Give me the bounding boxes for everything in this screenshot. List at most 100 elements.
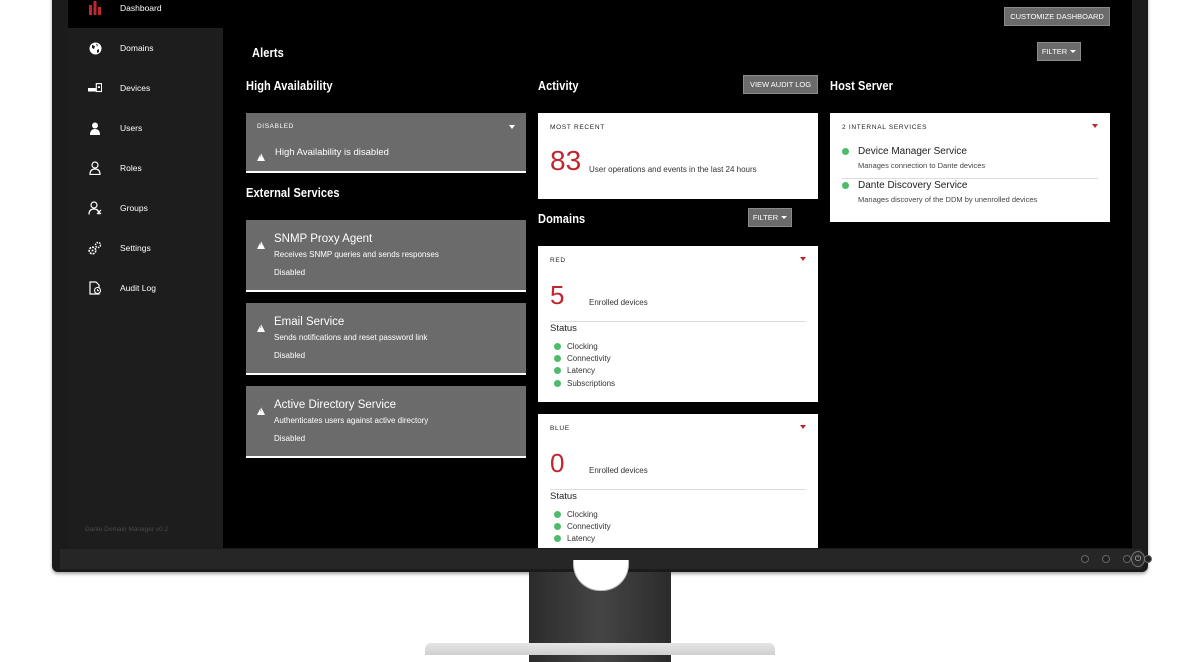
sidebar-item-audit-log[interactable]: Audit Log bbox=[68, 268, 223, 308]
devices-icon bbox=[88, 81, 102, 95]
domains-title: Domains bbox=[538, 211, 586, 226]
gears-icon bbox=[88, 241, 102, 255]
page-title: Alerts bbox=[252, 45, 284, 60]
activity-count: 83 bbox=[550, 145, 582, 176]
status-ok-icon bbox=[554, 355, 561, 362]
warning-icon bbox=[257, 402, 265, 420]
alerts-filter-button[interactable]: FILTER bbox=[1037, 42, 1081, 61]
activity-card: MOST RECENT 83 User operations and event… bbox=[538, 113, 818, 199]
monitor-button[interactable] bbox=[1144, 555, 1152, 563]
status-title: Status bbox=[550, 323, 577, 334]
status-label: Clocking bbox=[567, 510, 598, 519]
warning-icon bbox=[257, 236, 265, 254]
sidebar-item-label: Domains bbox=[120, 43, 154, 53]
high-availability-message: High Availability is disabled bbox=[275, 147, 389, 158]
activity-card-head: MOST RECENT bbox=[550, 124, 605, 131]
domain-device-count: 5 bbox=[550, 280, 565, 310]
view-audit-log-button[interactable]: VIEW AUDIT LOG bbox=[743, 75, 818, 94]
host-service-name: Device Manager Service bbox=[858, 146, 967, 157]
domain-card-blue[interactable]: BLUE 0 Enrolled devices Status Clocking … bbox=[538, 414, 818, 548]
sidebar-item-label: Roles bbox=[120, 163, 142, 173]
chevron-down-icon bbox=[1070, 50, 1077, 53]
high-availability-title: High Availability bbox=[246, 78, 333, 93]
chevron-down-icon[interactable] bbox=[1092, 124, 1098, 128]
chevron-down-icon[interactable] bbox=[509, 125, 515, 129]
sidebar-item-dashboard[interactable]: Dashboard bbox=[68, 0, 223, 28]
sidebar-item-devices[interactable]: Devices bbox=[68, 68, 223, 108]
role-icon bbox=[88, 161, 102, 175]
audit-log-icon bbox=[88, 281, 102, 295]
sidebar-item-label: Groups bbox=[120, 203, 148, 213]
sidebar-item-label: Audit Log bbox=[120, 283, 156, 293]
status-label: Clocking bbox=[567, 342, 598, 351]
monitor-button[interactable] bbox=[1102, 555, 1110, 563]
groups-icon bbox=[88, 201, 102, 215]
app-version: Dante Domain Manager v0.2 bbox=[85, 526, 169, 533]
status-ok-icon bbox=[554, 523, 561, 530]
service-status: Disabled bbox=[274, 268, 306, 277]
customize-dashboard-button[interactable]: CUSTOMIZE DASHBOARD bbox=[1004, 7, 1110, 26]
sidebar-item-users[interactable]: Users bbox=[68, 108, 223, 148]
service-status: Disabled bbox=[274, 351, 306, 360]
service-name: SNMP Proxy Agent bbox=[274, 233, 373, 245]
monitor-stand-base bbox=[425, 643, 775, 655]
monitor-button[interactable] bbox=[1081, 555, 1089, 563]
user-icon bbox=[88, 121, 102, 135]
service-description: Authenticates users against active direc… bbox=[274, 416, 429, 425]
domain-device-count: 0 bbox=[550, 448, 565, 478]
domain-name: BLUE bbox=[550, 425, 570, 432]
domains-filter-button[interactable]: FILTER bbox=[748, 208, 792, 227]
status-row: Latency bbox=[554, 366, 595, 375]
host-service-description: Manages connection to Dante devices bbox=[858, 161, 986, 170]
status-ok-icon bbox=[842, 148, 849, 155]
status-label: Latency bbox=[567, 366, 596, 375]
status-ok-icon bbox=[554, 367, 561, 374]
filter-label: FILTER bbox=[752, 213, 779, 222]
sidebar-item-settings[interactable]: Settings bbox=[68, 228, 223, 268]
dashboard-bars-icon bbox=[88, 1, 102, 15]
chevron-down-icon[interactable] bbox=[800, 425, 806, 429]
status-label: Connectivity bbox=[567, 354, 611, 363]
sidebar-item-domains[interactable]: Domains bbox=[68, 28, 223, 68]
status-ok-icon bbox=[842, 182, 849, 189]
host-server-title: Host Server bbox=[830, 78, 893, 93]
status-row: Subscriptions bbox=[554, 379, 615, 388]
sidebar-item-label: Settings bbox=[120, 243, 151, 253]
sidebar-item-roles[interactable]: Roles bbox=[68, 148, 223, 188]
status-row: Connectivity bbox=[554, 522, 611, 531]
service-description: Sends notifications and reset password l… bbox=[274, 333, 428, 342]
high-availability-panel[interactable]: DISABLED High Availability is disabled bbox=[246, 113, 526, 173]
status-ok-icon bbox=[554, 511, 561, 518]
service-panel-email[interactable]: Email Service Sends notifications and re… bbox=[246, 303, 526, 375]
status-row: Clocking bbox=[554, 510, 598, 519]
external-services-title: External Services bbox=[246, 185, 340, 200]
host-server-card[interactable]: 2 INTERNAL SERVICES Device Manager Servi… bbox=[830, 113, 1110, 222]
card-divider bbox=[842, 178, 1098, 179]
card-divider bbox=[550, 321, 806, 322]
sidebar-item-label: Dashboard bbox=[120, 3, 162, 13]
sidebar-item-groups[interactable]: Groups bbox=[68, 188, 223, 228]
service-panel-active-directory[interactable]: Active Directory Service Authenticates u… bbox=[246, 386, 526, 458]
host-server-head: 2 INTERNAL SERVICES bbox=[842, 124, 928, 131]
status-title: Status bbox=[550, 491, 577, 502]
enrolled-devices-label: Enrolled devices bbox=[589, 298, 648, 307]
power-icon[interactable]: ⏻ bbox=[1131, 551, 1145, 567]
service-name: Email Service bbox=[274, 316, 345, 328]
service-panel-snmp[interactable]: SNMP Proxy Agent Receives SNMP queries a… bbox=[246, 220, 526, 292]
chevron-down-icon bbox=[781, 216, 788, 219]
card-divider bbox=[550, 489, 806, 490]
warning-icon bbox=[257, 148, 265, 166]
domain-card-red[interactable]: RED 5 Enrolled devices Status Clocking C… bbox=[538, 246, 818, 402]
warning-icon bbox=[257, 319, 265, 337]
service-name: Active Directory Service bbox=[274, 399, 397, 411]
chevron-down-icon[interactable] bbox=[800, 257, 806, 261]
status-row: Latency bbox=[554, 534, 595, 543]
service-status: Disabled bbox=[274, 434, 306, 443]
sidebar-item-label: Devices bbox=[120, 83, 151, 93]
status-row: Clocking bbox=[554, 342, 598, 351]
host-service-name: Dante Discovery Service bbox=[858, 180, 968, 191]
status-label: Connectivity bbox=[567, 522, 611, 531]
app-screen: Dashboard Domains Devices Users Roles Gr… bbox=[68, 0, 1132, 548]
globe-icon bbox=[88, 41, 102, 55]
monitor-button[interactable] bbox=[1123, 555, 1131, 563]
